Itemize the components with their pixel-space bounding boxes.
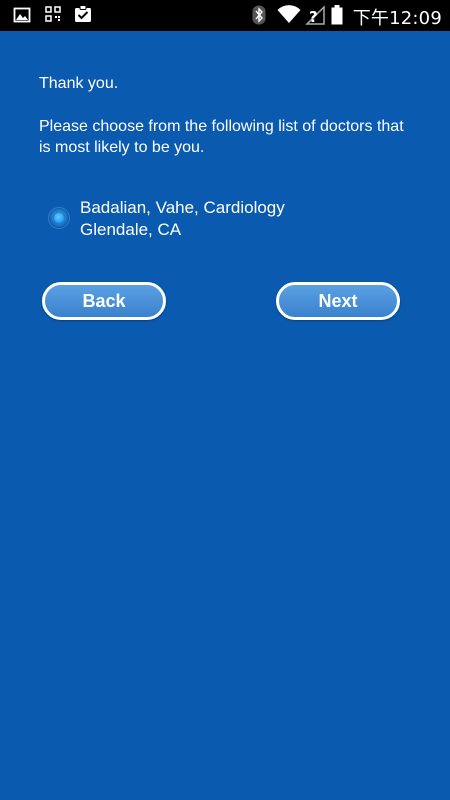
radio-button-selected[interactable] (48, 207, 70, 229)
no-sim-icon: ? (305, 5, 325, 25)
instructions-text: Please choose from the following list of… (39, 118, 404, 156)
status-time: 下午12:09 (352, 8, 442, 29)
gallery-icon (13, 7, 31, 23)
svg-text:?: ? (309, 8, 318, 25)
battery-icon (331, 5, 343, 25)
qr-code-icon (45, 6, 61, 22)
back-button[interactable]: Back (42, 282, 166, 320)
clipboard-check-icon (75, 5, 91, 22)
wifi-icon (277, 5, 301, 23)
next-button[interactable]: Next (276, 282, 400, 320)
radio-dot (54, 213, 64, 223)
thank-you-text: Thank you. (39, 75, 119, 92)
bluetooth-icon (252, 5, 266, 25)
doctor-name: Badalian, Vahe, Cardiology (80, 198, 285, 217)
doctor-location: Glendale, CA (80, 220, 182, 239)
doctor-option[interactable]: Badalian, Vahe, Cardiology Glendale, CA (47, 198, 407, 246)
status-bar: ? 下午12:09 (0, 0, 450, 31)
